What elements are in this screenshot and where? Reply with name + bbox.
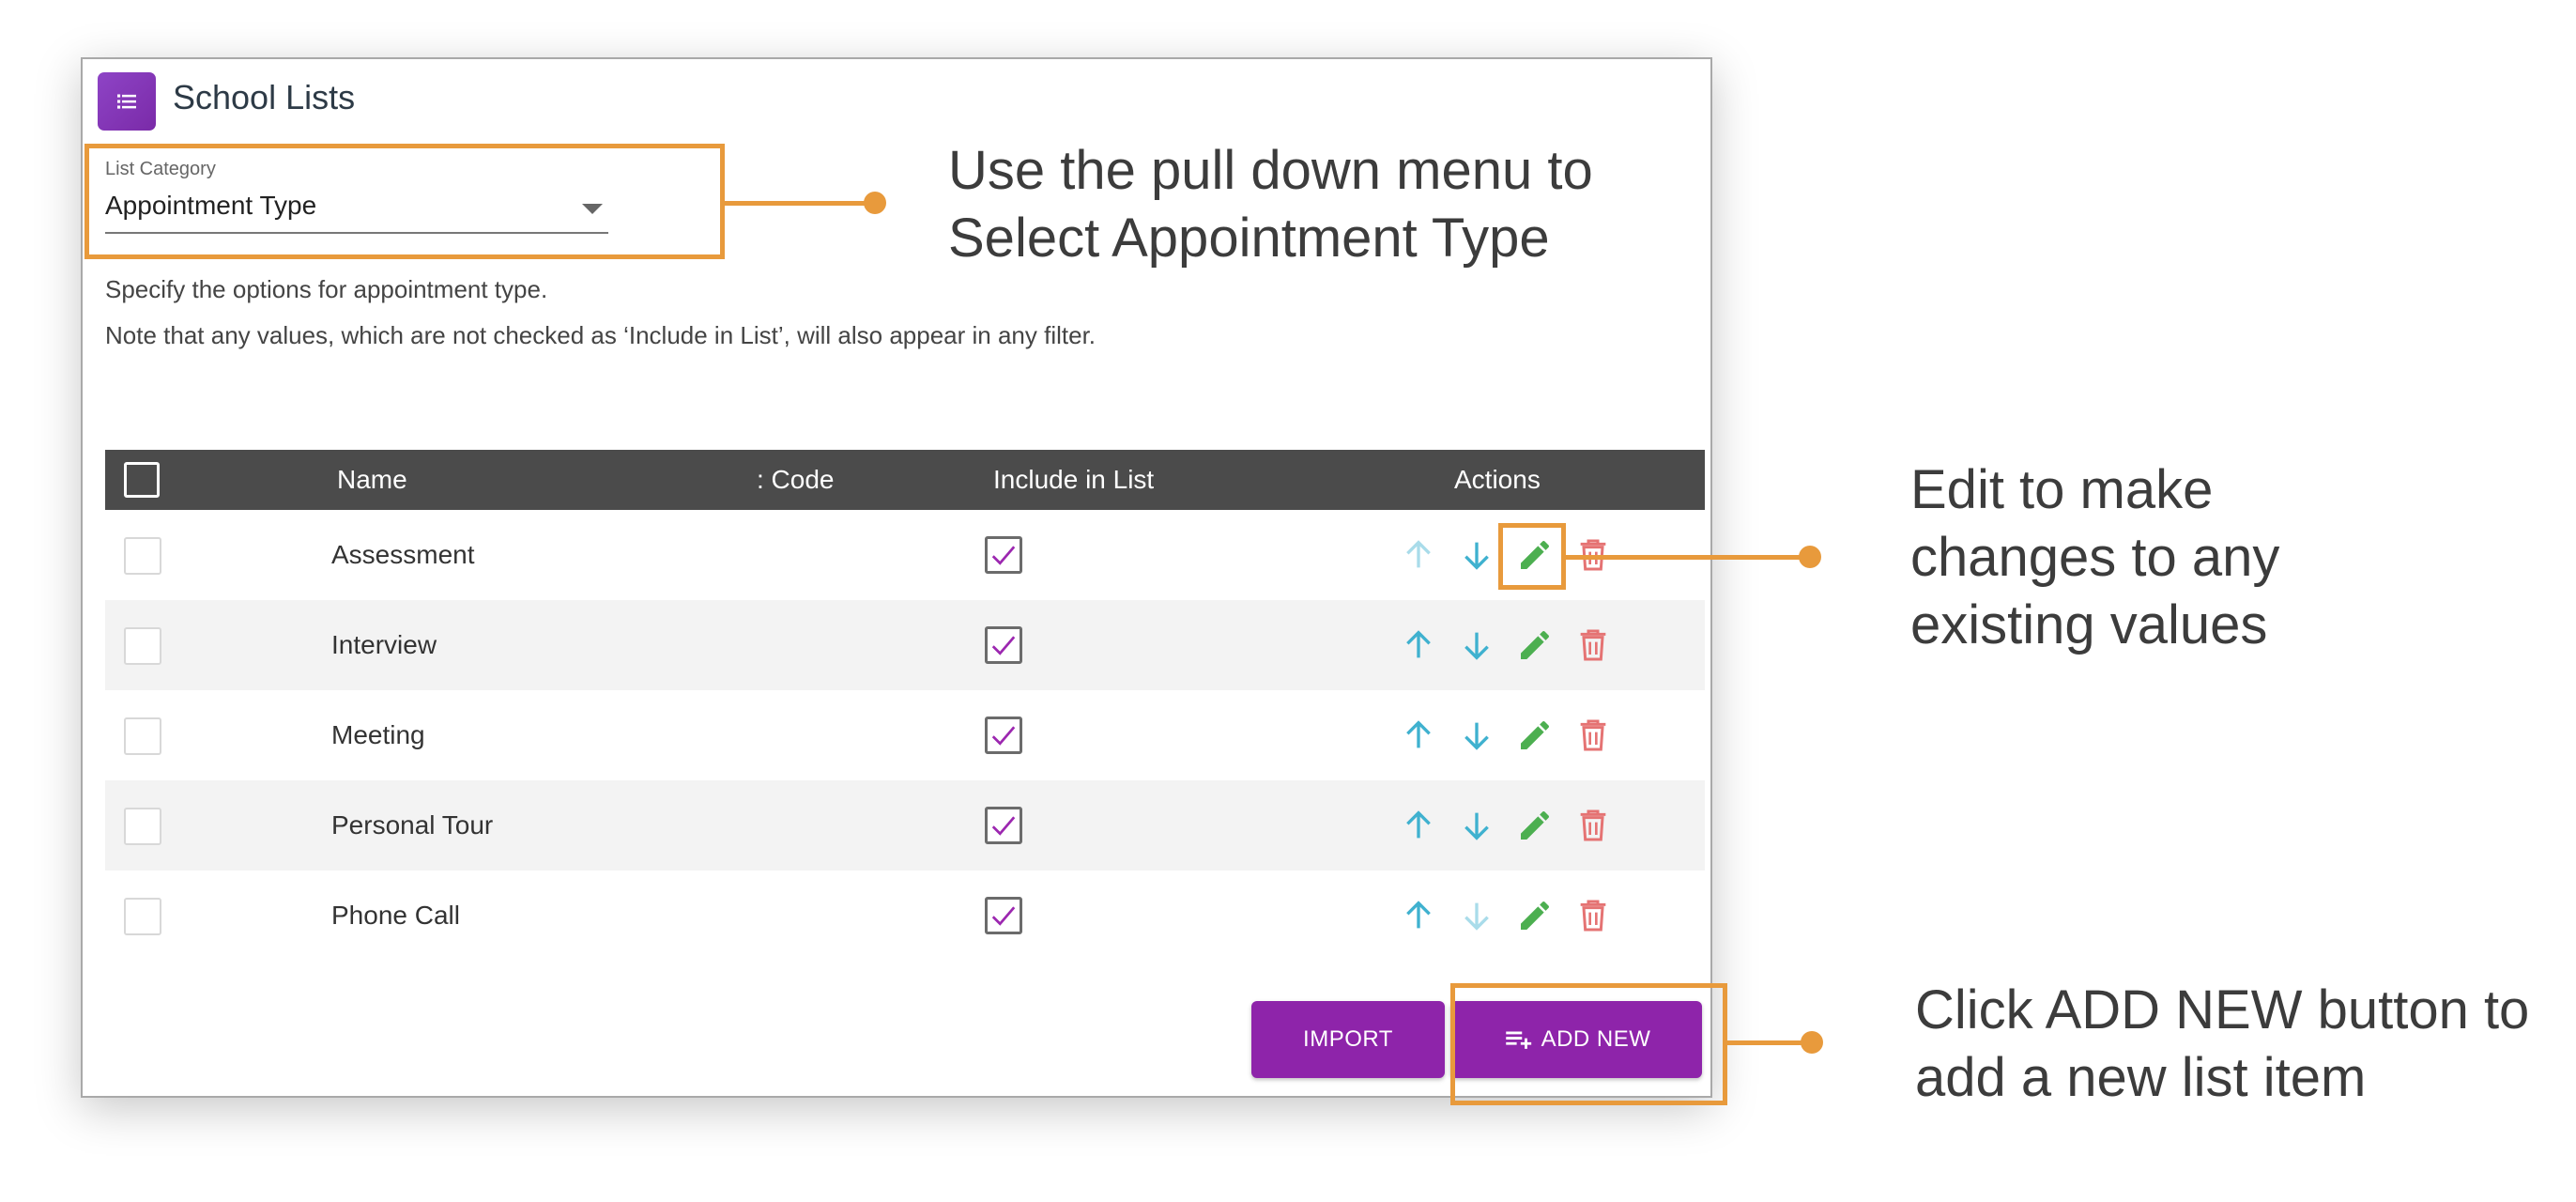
- edit-connector-dot: [1799, 546, 1821, 568]
- select-all-checkbox[interactable]: [124, 462, 160, 498]
- import-button[interactable]: IMPORT: [1251, 1001, 1445, 1078]
- pencil-icon: [1521, 631, 1549, 659]
- edit-button[interactable]: [1516, 717, 1554, 754]
- include-in-list-checkbox[interactable]: [985, 807, 1022, 844]
- row-name: Assessment: [331, 540, 475, 569]
- check-icon: [991, 726, 1016, 746]
- check-icon: [991, 816, 1016, 836]
- list-table: Name : Code Include in List Actions Asse…: [105, 450, 1705, 961]
- move-down-button[interactable]: [1458, 536, 1495, 574]
- row-name: Interview: [331, 630, 437, 659]
- arrow-down-icon: [1464, 812, 1489, 840]
- edit-annotation: Edit to make changes to any existing val…: [1910, 459, 2280, 655]
- description-text: Specify the options for appointment type…: [105, 275, 548, 303]
- header-name[interactable]: Name: [337, 465, 407, 495]
- move-up-button[interactable]: [1400, 626, 1437, 664]
- edit-highlight-box: [1498, 523, 1566, 590]
- move-up-button[interactable]: [1400, 536, 1437, 574]
- edit-connector-line: [1566, 555, 1801, 560]
- table-header: Name : Code Include in List Actions: [105, 450, 1705, 510]
- move-down-button[interactable]: [1458, 897, 1495, 934]
- row-select-checkbox[interactable]: [124, 717, 161, 755]
- header-code[interactable]: : Code: [757, 465, 835, 495]
- row-name: Personal Tour: [331, 810, 494, 840]
- arrow-up-icon: [1406, 810, 1431, 839]
- add-new-annotation: Click ADD NEW button to add a new list i…: [1915, 979, 2530, 1108]
- add-new-connector-dot: [1801, 1031, 1823, 1054]
- pencil-icon: [1521, 721, 1549, 749]
- import-button-label: IMPORT: [1303, 1026, 1393, 1052]
- table-row: Phone Call: [105, 871, 1705, 961]
- include-in-list-checkbox[interactable]: [985, 897, 1022, 934]
- filter-note-text: Note that any values, which are not chec…: [105, 321, 1096, 349]
- move-down-button[interactable]: [1458, 807, 1495, 844]
- trash-icon: [1580, 629, 1606, 661]
- edit-button[interactable]: [1516, 807, 1554, 844]
- move-up-button[interactable]: [1400, 717, 1437, 754]
- trash-icon: [1580, 719, 1606, 751]
- category-highlight-box: [84, 144, 725, 259]
- add-new-highlight-box: [1450, 983, 1727, 1105]
- delete-button[interactable]: [1574, 626, 1612, 664]
- include-in-list-checkbox[interactable]: [985, 536, 1022, 574]
- arrow-up-icon: [1406, 720, 1431, 748]
- move-down-button[interactable]: [1458, 717, 1495, 754]
- trash-icon: [1580, 900, 1606, 932]
- table-row: Assessment: [105, 510, 1705, 600]
- add-new-connector-line: [1727, 1040, 1804, 1045]
- row-select-checkbox[interactable]: [124, 898, 161, 935]
- arrow-up-icon: [1406, 540, 1431, 568]
- include-in-list-checkbox[interactable]: [985, 626, 1022, 664]
- header-include: Include in List: [993, 465, 1155, 494]
- row-select-checkbox[interactable]: [124, 627, 161, 665]
- pencil-icon: [1521, 902, 1549, 930]
- row-select-checkbox[interactable]: [124, 808, 161, 845]
- check-icon: [991, 906, 1016, 926]
- arrow-up-icon: [1406, 901, 1431, 929]
- arrow-down-icon: [1464, 722, 1489, 750]
- move-up-button[interactable]: [1400, 807, 1437, 844]
- trash-icon: [1580, 809, 1606, 841]
- delete-button[interactable]: [1574, 897, 1612, 934]
- delete-button[interactable]: [1574, 807, 1612, 844]
- arrow-up-icon: [1406, 630, 1431, 658]
- arrow-down-icon: [1464, 542, 1489, 570]
- table-row: Personal Tour: [105, 780, 1705, 871]
- move-down-button[interactable]: [1458, 626, 1495, 664]
- check-icon: [991, 636, 1016, 655]
- move-up-button[interactable]: [1400, 897, 1437, 934]
- delete-button[interactable]: [1574, 717, 1612, 754]
- table-row: Meeting: [105, 690, 1705, 780]
- category-annotation: Use the pull down menu to Select Appoint…: [948, 140, 1593, 269]
- edit-button[interactable]: [1516, 897, 1554, 934]
- category-connector-line: [725, 201, 870, 206]
- list-icon: [98, 72, 156, 131]
- row-select-checkbox[interactable]: [124, 537, 161, 575]
- include-in-list-checkbox[interactable]: [985, 717, 1022, 754]
- check-icon: [991, 546, 1016, 565]
- category-connector-dot: [864, 192, 886, 214]
- arrow-down-icon: [1464, 902, 1489, 931]
- row-name: Meeting: [331, 720, 425, 749]
- header-actions: Actions: [1454, 465, 1541, 494]
- row-name: Phone Call: [331, 901, 460, 930]
- arrow-down-icon: [1464, 632, 1489, 660]
- pencil-icon: [1521, 811, 1549, 840]
- page-title: School Lists: [173, 78, 356, 116]
- edit-button[interactable]: [1516, 626, 1554, 664]
- table-row: Interview: [105, 600, 1705, 690]
